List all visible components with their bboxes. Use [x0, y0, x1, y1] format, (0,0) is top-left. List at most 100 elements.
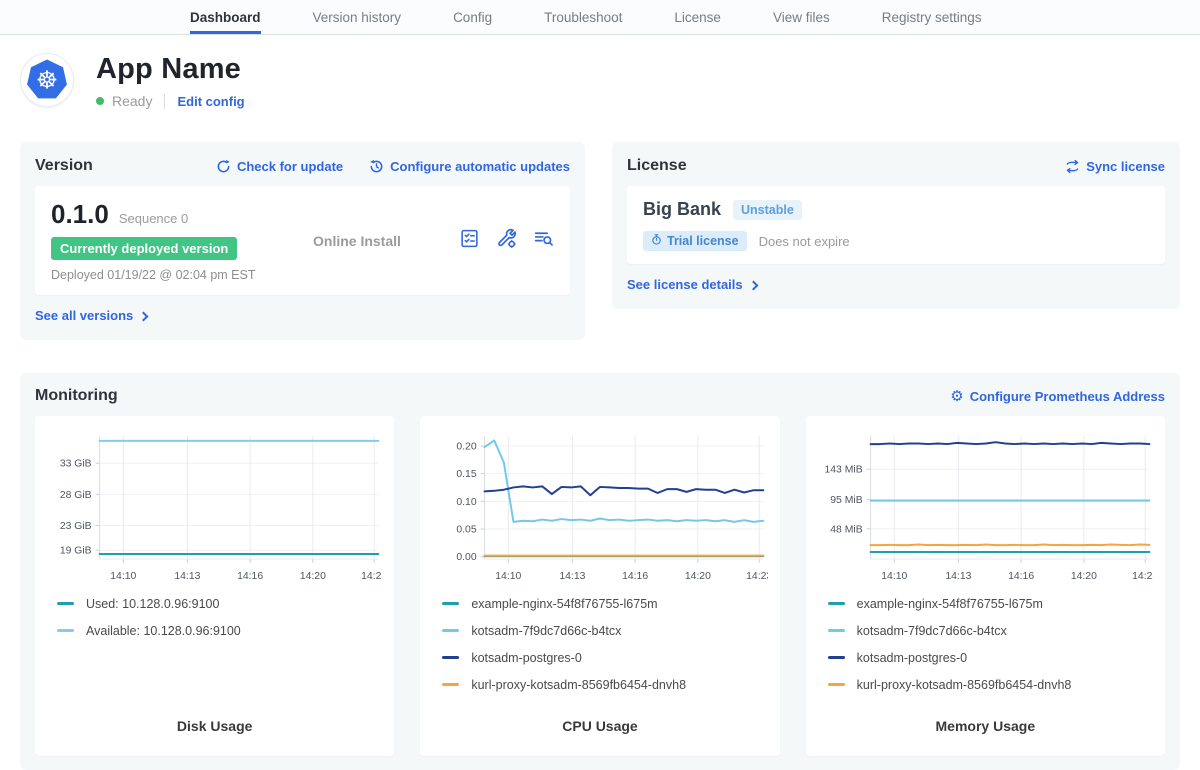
- legend-swatch-icon: [57, 602, 74, 605]
- legend-label: kotsadm-postgres-0: [857, 651, 967, 665]
- legend-swatch-icon: [442, 656, 459, 659]
- svg-text:95 MiB: 95 MiB: [830, 495, 862, 506]
- tab-config[interactable]: Config: [453, 0, 492, 34]
- legend-label: kotsadm-postgres-0: [471, 651, 581, 665]
- legend-swatch-icon: [57, 629, 74, 632]
- current-version-box: 0.1.0 Sequence 0 Currently deployed vers…: [35, 186, 570, 295]
- svg-text:14:20: 14:20: [1070, 571, 1096, 582]
- legend-label: Available: 10.128.0.96:9100: [86, 624, 241, 638]
- preflight-checks-icon[interactable]: [459, 228, 480, 254]
- svg-text:14:16: 14:16: [622, 571, 648, 582]
- svg-text:14:23: 14:23: [746, 571, 767, 582]
- cards-row: Version Check for update Configure autom…: [0, 142, 1200, 340]
- version-number: 0.1.0: [51, 199, 109, 230]
- tab-view-files[interactable]: View files: [773, 0, 830, 34]
- legend-item: kurl-proxy-kotsadm-8569fb6454-dnvh8: [442, 678, 767, 692]
- sync-arrows-icon: [1065, 159, 1080, 174]
- configure-prometheus-link[interactable]: ⚙ Configure Prometheus Address: [950, 389, 1165, 404]
- legend-swatch-icon: [828, 683, 845, 686]
- tab-license[interactable]: License: [674, 0, 721, 34]
- svg-text:0.00: 0.00: [457, 552, 477, 563]
- deployed-badge: Currently deployed version: [51, 237, 237, 260]
- legend-item: Available: 10.128.0.96:9100: [57, 624, 382, 638]
- legend-swatch-icon: [828, 656, 845, 659]
- chart-title-disk: Disk Usage: [47, 718, 382, 742]
- legend-label: example-nginx-54f8f76755-l675m: [857, 597, 1043, 611]
- license-card: License Sync license Big Bank Unstable T…: [612, 142, 1180, 309]
- sync-license-link[interactable]: Sync license: [1065, 159, 1165, 174]
- check-for-update-link[interactable]: Check for update: [216, 159, 343, 174]
- disk-usage-chart: 33 GiB28 GiB23 GiB19 GiB14:1014:1314:161…: [47, 428, 382, 587]
- configure-auto-updates-link[interactable]: Configure automatic updates: [369, 159, 570, 174]
- monitoring-section: Monitoring ⚙ Configure Prometheus Addres…: [20, 373, 1180, 770]
- chart-title-cpu: CPU Usage: [432, 718, 767, 742]
- svg-text:14:16: 14:16: [237, 571, 263, 582]
- tab-troubleshoot[interactable]: Troubleshoot: [544, 0, 622, 34]
- svg-text:19 GiB: 19 GiB: [60, 546, 92, 557]
- disk-usage-card: 33 GiB28 GiB23 GiB19 GiB14:1014:1314:161…: [35, 416, 394, 756]
- tab-registry-settings[interactable]: Registry settings: [882, 0, 982, 34]
- legend-item: kotsadm-7f9dc7d66c-b4tcx: [442, 624, 767, 638]
- svg-text:14:10: 14:10: [496, 571, 522, 582]
- trial-license-badge: Trial license: [643, 231, 747, 251]
- tab-version-history[interactable]: Version history: [313, 0, 402, 34]
- deployed-timestamp: Deployed 01/19/22 @ 02:04 pm EST: [51, 268, 299, 282]
- svg-text:0.15: 0.15: [457, 469, 477, 480]
- svg-text:14:10: 14:10: [881, 571, 907, 582]
- chart-svg: 33 GiB28 GiB23 GiB19 GiB14:1014:1314:161…: [47, 428, 382, 587]
- customer-name: Big Bank: [643, 199, 721, 220]
- memory-usage-card: 143 MiB95 MiB48 MiB14:1014:1314:1614:201…: [806, 416, 1165, 756]
- chart-svg: 0.200.150.100.050.0014:1014:1314:1614:20…: [432, 428, 767, 587]
- svg-text:14:20: 14:20: [685, 571, 711, 582]
- channel-badge: Unstable: [733, 200, 802, 220]
- install-type-label: Online Install: [299, 233, 459, 249]
- legend-swatch-icon: [442, 683, 459, 686]
- clock-refresh-icon: [369, 159, 384, 174]
- tab-dashboard[interactable]: Dashboard: [190, 0, 261, 34]
- see-all-versions-link[interactable]: See all versions: [35, 308, 147, 323]
- edit-config-link[interactable]: Edit config: [177, 94, 244, 109]
- svg-text:0.20: 0.20: [457, 441, 477, 452]
- config-tools-icon[interactable]: [496, 228, 517, 254]
- cpu-usage-card: 0.200.150.100.050.0014:1014:1314:1614:20…: [420, 416, 779, 756]
- status-dot-icon: [96, 97, 104, 105]
- disk-usage-legend: Used: 10.128.0.96:9100 Available: 10.128.…: [47, 597, 382, 651]
- svg-text:0.05: 0.05: [457, 525, 477, 536]
- gear-icon: ⚙: [950, 389, 963, 404]
- license-expiry: Does not expire: [759, 234, 850, 249]
- divider: [164, 94, 165, 109]
- svg-text:14:23: 14:23: [1132, 571, 1153, 582]
- kubernetes-logo-icon: ☸: [20, 53, 74, 107]
- legend-label: kotsadm-7f9dc7d66c-b4tcx: [857, 624, 1007, 638]
- svg-text:143 MiB: 143 MiB: [824, 465, 862, 476]
- svg-text:14:10: 14:10: [110, 571, 136, 582]
- version-sequence: Sequence 0: [119, 211, 188, 226]
- svg-text:28 GiB: 28 GiB: [60, 490, 92, 501]
- page-title: App Name: [96, 53, 245, 86]
- svg-text:14:23: 14:23: [361, 571, 382, 582]
- svg-text:23 GiB: 23 GiB: [60, 521, 92, 532]
- status-badge: Ready: [112, 93, 152, 109]
- app-header: ☸ App Name Ready Edit config: [0, 35, 1200, 109]
- legend-label: kurl-proxy-kotsadm-8569fb6454-dnvh8: [471, 678, 686, 692]
- legend-label: kurl-proxy-kotsadm-8569fb6454-dnvh8: [857, 678, 1072, 692]
- svg-text:14:20: 14:20: [300, 571, 326, 582]
- memory-usage-chart: 143 MiB95 MiB48 MiB14:1014:1314:1614:201…: [818, 428, 1153, 587]
- version-card: Version Check for update Configure autom…: [20, 142, 585, 340]
- legend-item: kotsadm-postgres-0: [442, 651, 767, 665]
- legend-item: example-nginx-54f8f76755-l675m: [828, 597, 1153, 611]
- legend-item: Used: 10.128.0.96:9100: [57, 597, 382, 611]
- chevron-right-icon: [748, 280, 758, 290]
- legend-label: kotsadm-7f9dc7d66c-b4tcx: [471, 624, 621, 638]
- chevron-right-icon: [139, 311, 149, 321]
- monitoring-title: Monitoring: [35, 387, 118, 405]
- chart-title-memory: Memory Usage: [818, 718, 1153, 742]
- legend-label: example-nginx-54f8f76755-l675m: [471, 597, 657, 611]
- legend-item: example-nginx-54f8f76755-l675m: [442, 597, 767, 611]
- license-info-box: Big Bank Unstable Trial license Does not…: [627, 186, 1165, 264]
- svg-text:14:16: 14:16: [1008, 571, 1034, 582]
- see-license-details-link[interactable]: See license details: [627, 277, 757, 292]
- cpu-usage-legend: example-nginx-54f8f76755-l675m kotsadm-7f…: [432, 597, 767, 705]
- view-logs-icon[interactable]: [533, 228, 554, 254]
- svg-text:33 GiB: 33 GiB: [60, 459, 92, 470]
